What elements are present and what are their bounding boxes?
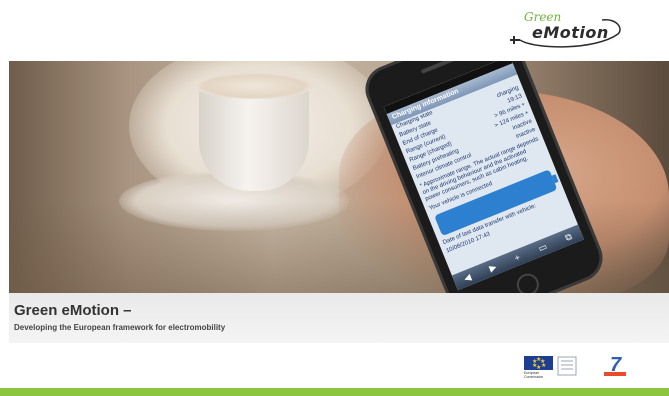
green-emotion-logo: Green eMotion <box>506 10 626 52</box>
european-commission-logo: ★ ★ ★ ★ ★ ★ European Commission <box>524 356 553 379</box>
eu-logo-text: European Commission <box>524 371 544 379</box>
bookmarks-icon: ▭ <box>536 240 549 254</box>
page-title: Green eMotion – <box>14 302 132 319</box>
hero-photo: Charging information Charging state Batt… <box>9 61 669 293</box>
phone-home-button <box>513 270 543 293</box>
fp7-logo: 7 <box>604 354 626 378</box>
back-icon: ◀ <box>462 271 473 284</box>
coffee-foam <box>195 73 313 99</box>
logo-word-emotion: eMotion <box>532 23 609 42</box>
forward-icon: ▶ <box>487 261 498 274</box>
fp7-cooperation-bar <box>604 372 626 376</box>
footer-green-bar <box>0 388 669 396</box>
page-subtitle: Developing the European framework for el… <box>14 323 226 332</box>
add-icon: + <box>513 252 522 264</box>
logo-word-green: Green <box>524 10 562 24</box>
pages-icon: ⧉ <box>563 230 574 243</box>
building-icon <box>557 356 577 376</box>
phone-speaker <box>420 61 458 74</box>
eu-flag-icon: ★ ★ ★ ★ ★ ★ <box>524 356 553 371</box>
